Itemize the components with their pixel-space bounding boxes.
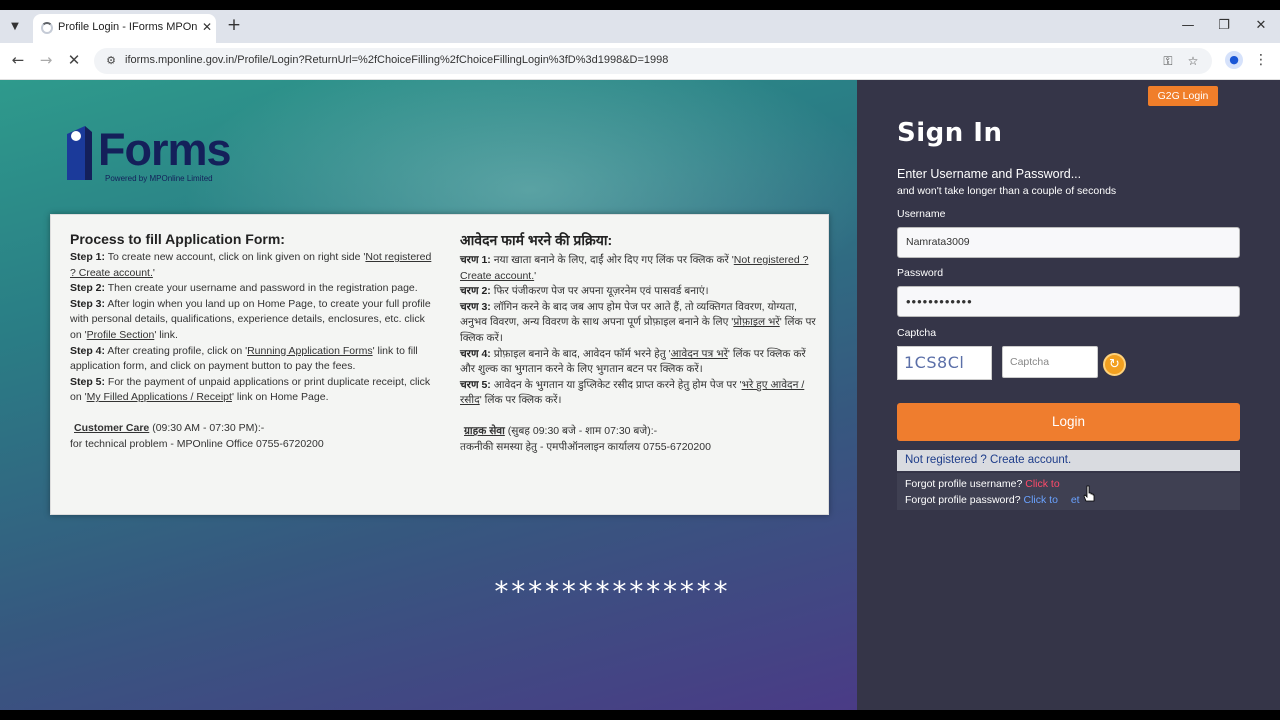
- step-1-en: Step 1: To create new account, click on …: [70, 251, 432, 279]
- instructions-english: Process to fill Application Form: Step 1…: [70, 231, 435, 452]
- captcha-input[interactable]: Captcha: [1002, 346, 1098, 378]
- profile-avatar-icon[interactable]: ●: [1225, 51, 1243, 69]
- restore-icon[interactable]: ❐: [1214, 17, 1234, 35]
- captcha-image: 1CS8Cl: [897, 346, 992, 380]
- username-label: Username: [897, 208, 946, 220]
- tab-profile-login[interactable]: Profile Login - IForms MPOnline ✕: [33, 14, 216, 43]
- left-hero-panel: Forms Powered by MPOnline Limited Proces…: [0, 80, 857, 710]
- tab-strip: ▼ Profile Login - IForms MPOnline ✕ + — …: [0, 10, 1280, 43]
- back-icon[interactable]: ←: [9, 51, 27, 69]
- captcha-label: Captcha: [897, 327, 937, 339]
- page-content: Forms Powered by MPOnline Limited Proces…: [0, 80, 1280, 710]
- customer-care-hi: ग्राहक सेवा (सुबह 09:30 बजे - शाम 07:30 …: [460, 424, 711, 453]
- forgot-username-link[interactable]: Click to: [1025, 478, 1059, 490]
- logo-tagline: Powered by MPOnline Limited: [105, 174, 213, 183]
- masked-overlay-text: **************: [493, 575, 730, 608]
- forgot-password-link[interactable]: Click to et: [1023, 494, 1079, 506]
- step-2-en: Step 2: Then create your username and pa…: [70, 282, 418, 295]
- signin-title: Sign In: [897, 118, 1003, 148]
- bookmark-star-icon[interactable]: ☆: [1185, 53, 1201, 69]
- logo-i-icon: [67, 126, 92, 180]
- window-close-icon[interactable]: ✕: [1251, 17, 1271, 35]
- g2g-login-button[interactable]: G2G Login: [1148, 86, 1218, 106]
- stop-loading-icon[interactable]: ✕: [65, 51, 83, 69]
- create-account-link[interactable]: Not registered ? Create account.: [897, 450, 1240, 471]
- logo-text: Forms: [98, 124, 232, 175]
- step-5-en: Step 5: For the payment of unpaid applic…: [70, 375, 431, 404]
- loading-spinner-icon: [41, 22, 53, 34]
- url-text[interactable]: iforms.mponline.gov.in/Profile/Login?Ret…: [125, 54, 668, 66]
- step-3-hi: चरण 3: लॉगिन करने के बाद जब आप होम पेज प…: [460, 300, 816, 344]
- profile-section-link[interactable]: Profile Section: [87, 329, 155, 341]
- login-button[interactable]: Login: [897, 403, 1240, 441]
- step-4-en: Step 4: After creating profile, click on…: [70, 344, 418, 373]
- step-1-hi: चरण 1: नया खाता बनाने के लिए, दाईं ओर दि…: [460, 254, 809, 282]
- new-tab-icon[interactable]: +: [226, 16, 242, 34]
- refresh-captcha-icon[interactable]: ↻: [1103, 353, 1126, 376]
- browser-toolbar: ← → ✕ ⚙ iforms.mponline.gov.in/Profile/L…: [0, 43, 1280, 80]
- signin-subtitle: Enter Username and Password...: [897, 167, 1082, 181]
- instructions-title-hi: आवेदन फार्म भरने की प्रक्रिया:: [460, 232, 613, 248]
- customer-care-en: Customer Care (09:30 AM - 07:30 PM):- fo…: [70, 421, 324, 450]
- application-form-link-hi[interactable]: आवेदन पत्र भरें: [671, 348, 728, 360]
- instructions-title-en: Process to fill Application Form:: [70, 231, 285, 247]
- minimize-icon[interactable]: —: [1178, 17, 1198, 35]
- profile-fill-link-hi[interactable]: प्रोफ़ाइल भरें: [733, 316, 779, 328]
- step-3-en: Step 3: After login when you land up on …: [70, 297, 431, 341]
- step-4-hi: चरण 4: प्रोफ़ाइल बनाने के बाद, आवेदन फॉर…: [460, 347, 806, 376]
- signin-subtitle-secondary: and won't take longer than a couple of s…: [897, 185, 1117, 197]
- password-key-icon[interactable]: ⚿: [1160, 53, 1176, 69]
- filled-applications-link[interactable]: My Filled Applications / Receipt: [87, 391, 232, 403]
- step-5-hi: चरण 5: आवेदन के भुगतान या डुप्लिकेट रसीद…: [460, 378, 805, 407]
- password-input[interactable]: ••••••••••••: [897, 286, 1240, 317]
- tab-close-icon[interactable]: ✕: [200, 19, 214, 35]
- instructions-panel: Process to fill Application Form: Step 1…: [50, 214, 829, 515]
- username-input[interactable]: Namrata3009: [897, 227, 1240, 258]
- forgot-password-text: Forgot profile password?: [905, 494, 1021, 506]
- password-label: Password: [897, 267, 944, 279]
- iforms-logo: Forms Powered by MPOnline Limited: [65, 122, 245, 188]
- site-info-icon[interactable]: ⚙: [104, 54, 118, 68]
- hand-cursor-icon: [1083, 485, 1095, 502]
- forgot-credentials-box: Forgot profile username? Click to Forgot…: [897, 473, 1240, 510]
- forward-icon[interactable]: →: [37, 51, 55, 69]
- browser-menu-icon[interactable]: ⋮: [1254, 51, 1268, 69]
- step-2-hi: चरण 2: फिर पंजीकरण पेज पर अपना यूज़रनेम …: [460, 285, 709, 298]
- address-bar[interactable]: ⚙ iforms.mponline.gov.in/Profile/Login?R…: [94, 48, 1212, 74]
- tab-title: Profile Login - IForms MPOnline: [58, 21, 198, 33]
- tab-search-icon[interactable]: ▼: [6, 18, 24, 36]
- instructions-hindi: आवेदन फार्म भरने की प्रक्रिया: चरण 1: नय…: [460, 231, 820, 455]
- forgot-username-text: Forgot profile username?: [905, 478, 1023, 490]
- running-application-forms-link[interactable]: Running Application Forms: [247, 345, 372, 357]
